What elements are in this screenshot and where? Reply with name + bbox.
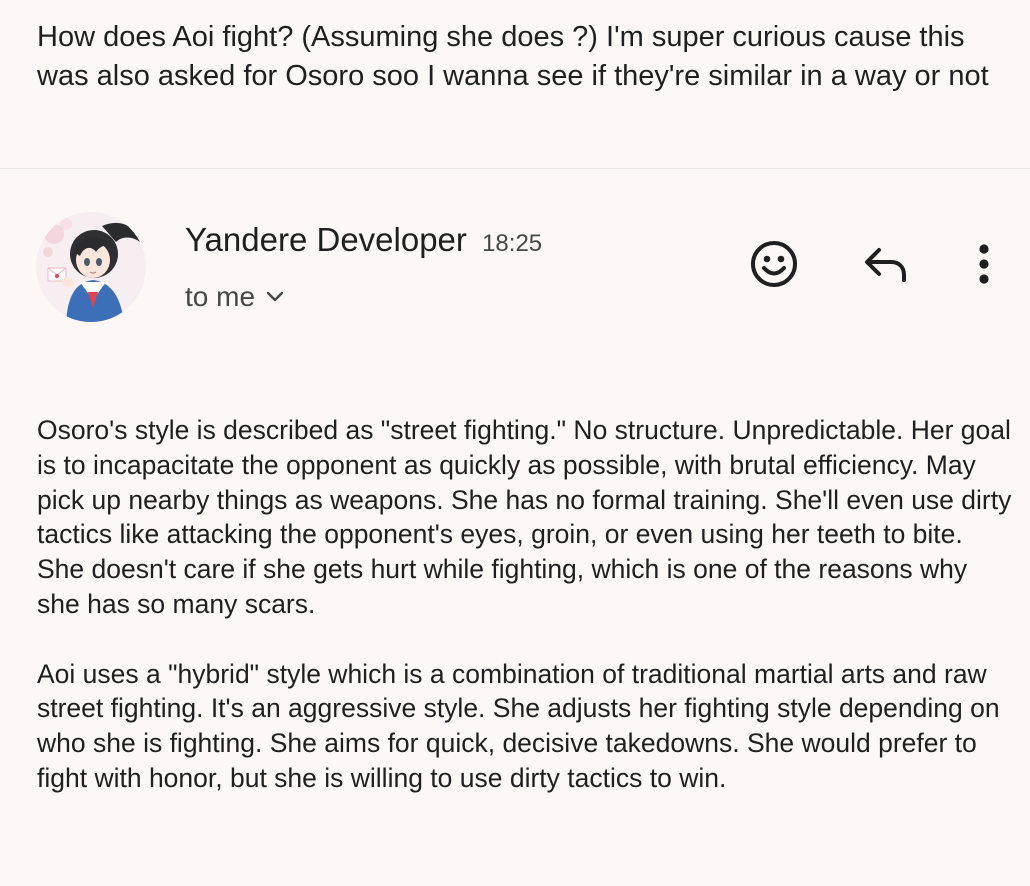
sender-line: Yandere Developer 18:25 bbox=[185, 220, 542, 264]
more-options-button[interactable] bbox=[964, 238, 1004, 290]
reply-button[interactable] bbox=[856, 238, 916, 290]
body-paragraph: Osoro's style is described as "street fi… bbox=[37, 415, 1012, 619]
message-body: Osoro's style is described as "street fi… bbox=[37, 413, 1012, 796]
message-time: 18:25 bbox=[482, 230, 543, 257]
add-reaction-icon bbox=[751, 241, 797, 287]
recipient-toggle[interactable]: to me bbox=[185, 279, 285, 315]
add-reaction-button[interactable] bbox=[746, 236, 802, 292]
quoted-question: How does Aoi fight? (Assuming she does ?… bbox=[37, 21, 989, 92]
reply-icon bbox=[865, 248, 906, 282]
sender-avatar[interactable] bbox=[36, 212, 146, 322]
message-divider bbox=[0, 168, 1030, 169]
avatar-image bbox=[36, 212, 146, 322]
sender-name: Yandere Developer bbox=[185, 221, 467, 258]
more-vertical-icon bbox=[979, 244, 989, 284]
body-paragraph: Aoi uses a "hybrid" style which is a com… bbox=[37, 658, 1000, 793]
recipient-label: to me bbox=[185, 281, 256, 312]
chevron-down-icon bbox=[265, 290, 285, 304]
